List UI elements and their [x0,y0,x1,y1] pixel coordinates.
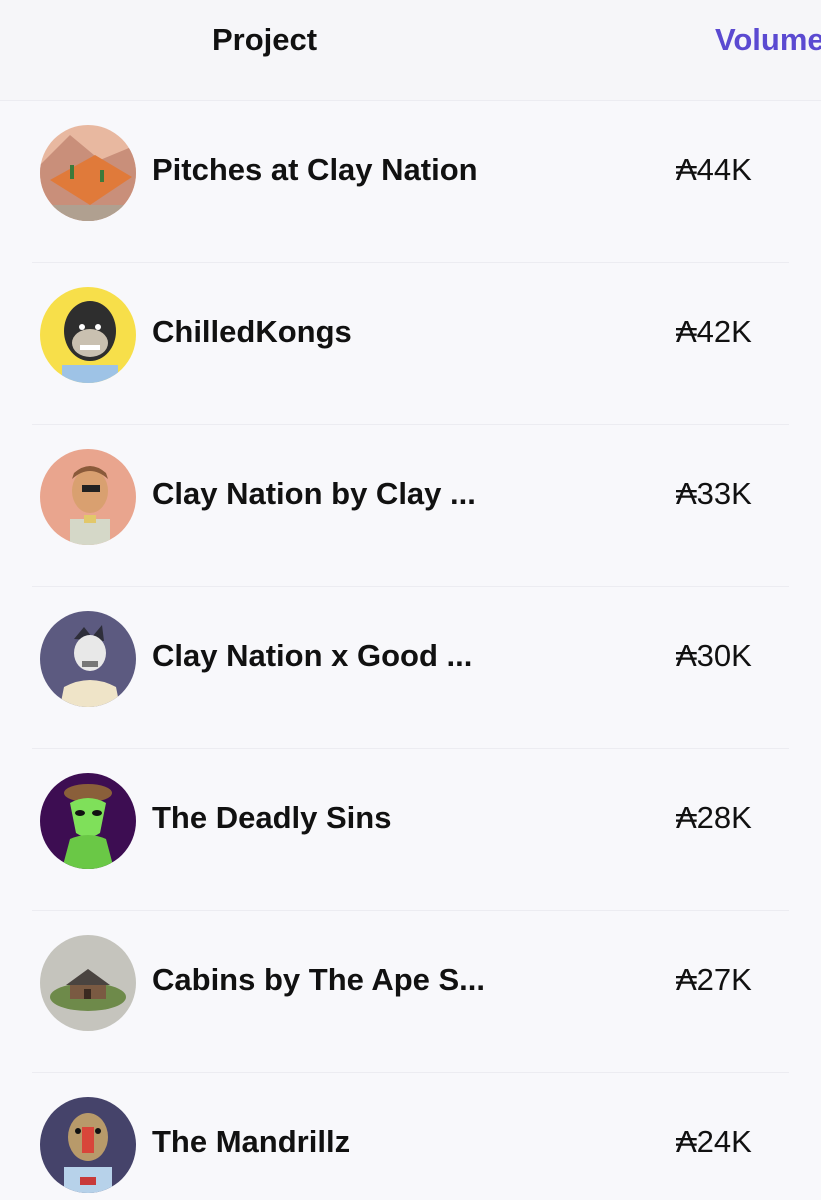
project-row[interactable]: Cabins by The Ape S... ₳27K [32,911,789,1073]
project-name[interactable]: Clay Nation x Good ... [152,638,472,674]
project-volume: ₳44K [676,152,752,187]
project-volume: ₳33K [676,476,752,511]
project-row[interactable]: Pitches at Clay Nation ₳44K [32,101,789,263]
project-column-header[interactable]: Project [212,22,317,58]
clay-pirate-avatar[interactable] [40,449,136,545]
project-row[interactable]: The Mandrillz ₳24K [32,1073,789,1200]
project-name[interactable]: The Mandrillz [152,1124,350,1160]
project-volume: ₳28K [676,800,752,835]
table-header: Project Volume [0,0,821,101]
project-row[interactable]: ChilledKongs ₳42K [32,263,789,425]
project-name[interactable]: ChilledKongs [152,314,352,350]
project-row[interactable]: Clay Nation x Good ... ₳30K [32,587,789,749]
project-volume: ₳24K [676,1124,752,1159]
project-volume: ₳27K [676,962,752,997]
rankings-page: Project Volume Pitches at Clay Nation ₳4… [0,0,821,1200]
project-row[interactable]: Clay Nation by Clay ... ₳33K [32,425,789,587]
project-volume: ₳42K [676,314,752,349]
project-name[interactable]: Pitches at Clay Nation [152,152,478,188]
project-name[interactable]: Clay Nation by Clay ... [152,476,476,512]
green-alien-avatar[interactable] [40,773,136,869]
project-name[interactable]: Cabins by The Ape S... [152,962,485,998]
cabin-avatar[interactable] [40,935,136,1031]
project-name[interactable]: The Deadly Sins [152,800,391,836]
gorilla-avatar[interactable] [40,287,136,383]
desert-scene-avatar[interactable] [40,125,136,221]
clay-masked-avatar[interactable] [40,611,136,707]
project-list: Pitches at Clay Nation ₳44K ChilledKongs… [0,101,821,1200]
volume-column-header[interactable]: Volume [715,22,821,58]
project-row[interactable]: The Deadly Sins ₳28K [32,749,789,911]
project-volume: ₳30K [676,638,752,673]
mandrill-avatar[interactable] [40,1097,136,1193]
